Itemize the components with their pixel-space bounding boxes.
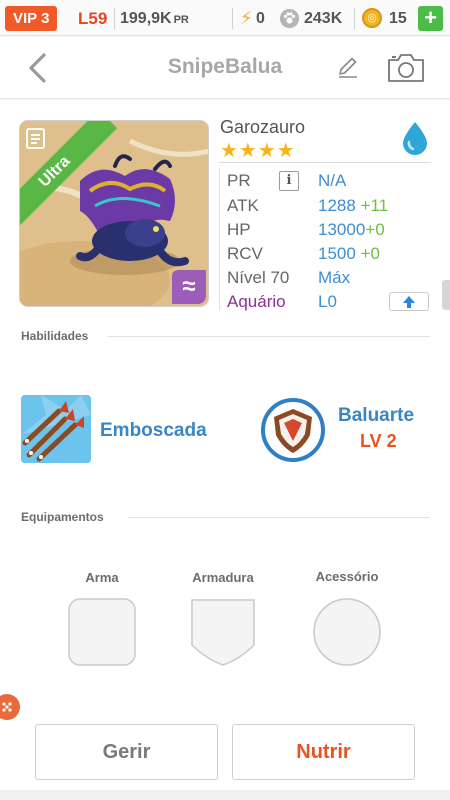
element-badge: ≈ bbox=[172, 270, 206, 304]
feed-button[interactable]: Nutrir bbox=[232, 724, 415, 780]
water-drop-icon bbox=[400, 120, 430, 156]
stat-bonus: +0 bbox=[365, 220, 385, 239]
power-rating: 199,9K PR bbox=[120, 6, 189, 33]
stat-value: 1288 +11 bbox=[318, 195, 388, 217]
monster-portrait[interactable]: Ultra ≈ bbox=[19, 120, 209, 307]
stat-base: 1500 bbox=[318, 244, 356, 263]
info-icon[interactable]: i bbox=[279, 171, 299, 191]
stat-base: 1288 bbox=[318, 196, 356, 215]
pencil-icon bbox=[339, 57, 357, 78]
side-drawer-handle[interactable] bbox=[442, 280, 450, 310]
divider bbox=[219, 162, 431, 163]
stat-label: PR bbox=[227, 171, 251, 190]
divider bbox=[232, 8, 233, 29]
stat-value: Máx bbox=[318, 268, 351, 287]
divider bbox=[219, 168, 220, 310]
armor-slot[interactable] bbox=[190, 597, 256, 672]
weapon-slot[interactable] bbox=[67, 597, 137, 672]
stat-value: 13000+0 bbox=[318, 219, 385, 241]
rename-button[interactable] bbox=[335, 54, 361, 80]
armor-label: Armadura bbox=[192, 570, 254, 585]
add-gems-button[interactable]: + bbox=[418, 6, 443, 31]
gem-count: 15 bbox=[389, 10, 407, 27]
energy-count: 0 bbox=[256, 10, 265, 27]
stat-value: 1500 +0 bbox=[318, 243, 380, 265]
stat-bonus: +11 bbox=[360, 196, 389, 215]
stat-value: L0 bbox=[318, 292, 337, 311]
dots-icon bbox=[2, 702, 12, 712]
lightning-icon: ⚡ bbox=[240, 8, 253, 28]
vip-badge[interactable]: VIP 3 bbox=[5, 6, 58, 31]
active-skill-icon[interactable] bbox=[21, 395, 91, 463]
aquarium-upgrade-button[interactable] bbox=[389, 292, 429, 311]
camera-icon bbox=[388, 54, 424, 82]
active-skill-name[interactable]: Emboscada bbox=[100, 420, 207, 442]
stat-label: ATK bbox=[227, 196, 259, 215]
monster-detail-card: Ultra ≈ Garozauro ★★★★ PR i N/A ATK 1288… bbox=[0, 100, 450, 790]
divider bbox=[354, 8, 355, 29]
power-rating-value: 199,9K bbox=[120, 10, 172, 27]
camera-button[interactable] bbox=[386, 52, 426, 84]
paw-icon bbox=[280, 9, 299, 28]
stat-base: 13000 bbox=[318, 220, 366, 239]
top-nav: SnipeBalua bbox=[0, 37, 450, 99]
star-rating: ★★★★ bbox=[220, 140, 296, 162]
food-count: 243K bbox=[304, 10, 343, 27]
accessory-label: Acessório bbox=[315, 569, 379, 584]
upgrade-arrow-icon bbox=[403, 296, 415, 309]
stat-label: RCV bbox=[227, 244, 263, 263]
power-rating-unit: PR bbox=[173, 14, 189, 26]
manage-button[interactable]: Gerir bbox=[35, 724, 218, 780]
monster-name: Garozauro bbox=[220, 117, 306, 137]
stat-bonus: +0 bbox=[360, 244, 380, 263]
divider bbox=[114, 8, 115, 29]
passive-skill-name[interactable]: Baluarte bbox=[338, 405, 414, 427]
gem-coin-icon: ◎ bbox=[362, 8, 382, 28]
weapon-label: Arma bbox=[85, 570, 119, 585]
player-level: L59 bbox=[78, 9, 108, 28]
bottom-edge bbox=[0, 790, 450, 800]
divider bbox=[128, 517, 430, 518]
stat-label: Nível 70 bbox=[227, 268, 290, 287]
page-title: SnipeBalua bbox=[167, 55, 283, 78]
stat-label: HP bbox=[227, 220, 251, 239]
stat-value: N/A bbox=[318, 171, 347, 190]
stat-label: Aquário bbox=[227, 292, 286, 311]
status-bar: VIP 3 L59 199,9K PR ⚡ 0 243K ◎ 15 + bbox=[0, 0, 450, 36]
shield-skill-icon bbox=[261, 398, 325, 462]
passive-skill-icon[interactable] bbox=[260, 397, 326, 463]
section-heading: Equipamentos bbox=[21, 510, 104, 524]
arrows-skill-icon bbox=[21, 395, 91, 463]
section-heading: Habilidades bbox=[21, 329, 89, 343]
document-icon bbox=[24, 125, 48, 151]
divider bbox=[108, 336, 430, 337]
passive-skill-level: LV 2 bbox=[360, 431, 397, 451]
accessory-slot[interactable] bbox=[312, 597, 382, 672]
